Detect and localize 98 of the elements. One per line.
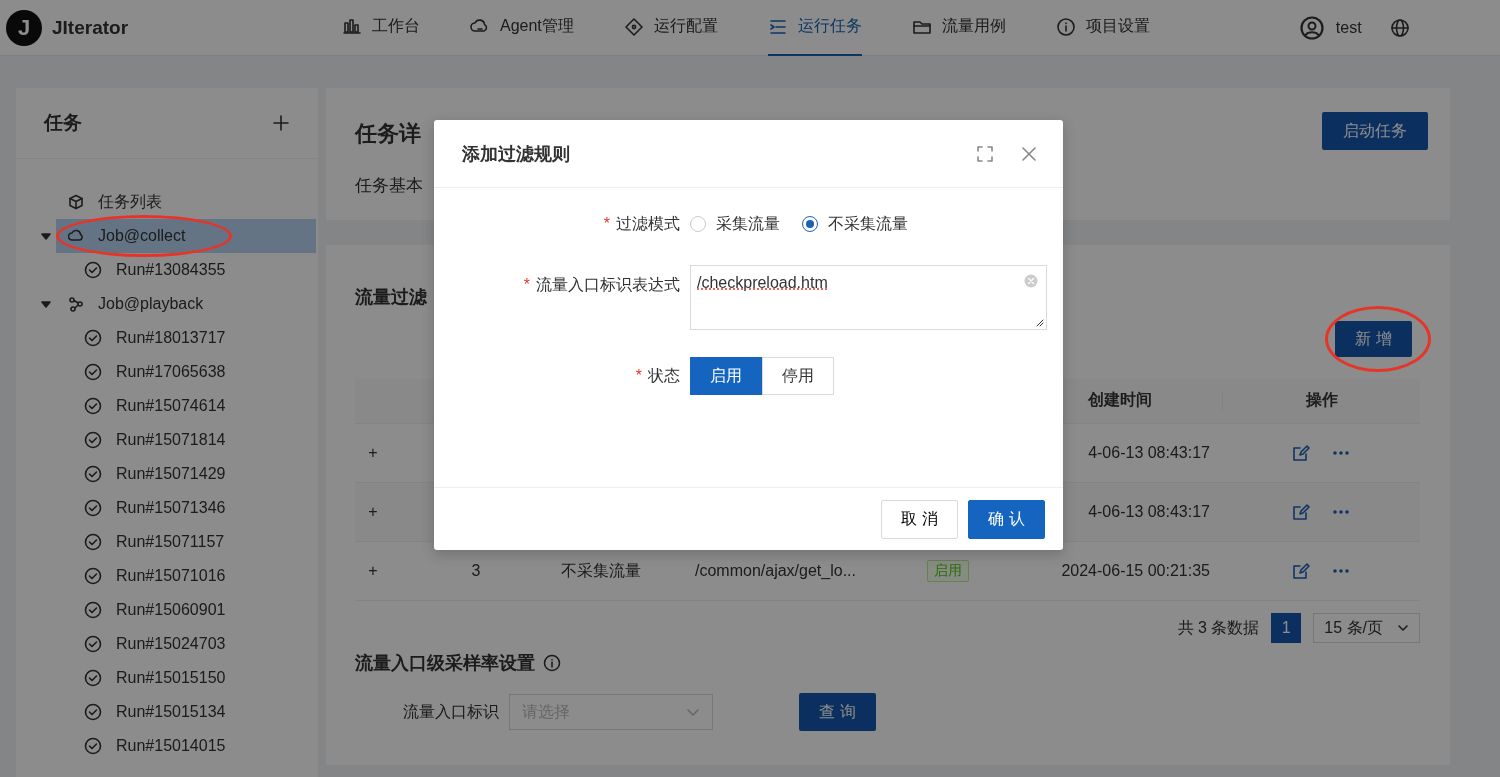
tree-item[interactable]: Run#15071429 (16, 457, 318, 491)
column-header: 创建时间 (1086, 390, 1153, 410)
expand-icon[interactable]: + (355, 444, 391, 462)
tree-item[interactable]: Run#15074614 (16, 389, 318, 423)
fullscreen-icon[interactable] (975, 143, 995, 164)
nav-tab[interactable]: 工作台 (342, 0, 420, 56)
edit-icon[interactable] (1292, 562, 1310, 580)
globe-icon[interactable] (1389, 17, 1410, 38)
tree-item[interactable]: Run#15071346 (16, 491, 318, 525)
tree-item[interactable]: Run#15071157 (16, 525, 318, 559)
cloud-icon (68, 228, 84, 244)
check-circle-icon (84, 261, 102, 279)
table-cell-text: /common/ajax/get_lo... (695, 562, 857, 580)
user-avatar-icon (1299, 15, 1324, 40)
add-icon[interactable] (272, 114, 290, 132)
tree-item[interactable]: 任务列表 (56, 185, 316, 219)
check-circle-icon (84, 533, 102, 551)
check-circle-icon (84, 567, 102, 585)
cube-icon (68, 194, 84, 210)
table-cell-text: 2024-06-15 00:21:35 (1060, 562, 1211, 580)
nav-tab[interactable]: 运行任务 (767, 0, 862, 56)
check-circle-icon (84, 703, 102, 721)
check-circle-icon (84, 737, 102, 755)
tree-item[interactable]: Run#15060901 (16, 593, 318, 627)
query-button[interactable]: 查 询 (799, 693, 876, 731)
section-title: 流量入口级采样率设置 (355, 652, 535, 675)
tree-item[interactable]: Run#15015150 (16, 661, 318, 695)
nav-tab[interactable]: 项目设置 (1055, 0, 1150, 56)
required-mark: * (603, 215, 610, 233)
info-icon (1055, 16, 1076, 37)
table-cell-text: 4-06-13 08:43:17 (1087, 503, 1211, 521)
expand-icon[interactable]: + (355, 503, 391, 521)
edit-icon[interactable] (1292, 503, 1310, 521)
table-cell-text: 3 (470, 562, 482, 580)
status-tag: 启用 (927, 560, 969, 582)
required-mark: * (635, 367, 642, 385)
nav-tab[interactable]: Agent管理 (470, 0, 574, 56)
nav-tab[interactable]: 运行配置 (623, 0, 718, 56)
start-task-button[interactable]: 启动任务 (1322, 112, 1428, 150)
tree-item[interactable]: Run#18013717 (16, 321, 318, 355)
bar-chart-icon (342, 16, 362, 37)
section-title: 流量过滤 (355, 286, 427, 309)
tree-item[interactable]: Run#15015134 (16, 695, 318, 729)
caret-down-icon[interactable] (41, 231, 51, 241)
add-button[interactable]: 新 增 (1335, 321, 1412, 357)
tree-item[interactable]: Run#13084355 (16, 253, 318, 287)
page-size-select[interactable]: 15 条/页 (1313, 613, 1420, 643)
segment-button[interactable]: 启用 (690, 357, 762, 395)
logo: J (6, 9, 42, 46)
check-circle-icon (84, 635, 102, 653)
field-label: 流量入口标识 (403, 701, 499, 722)
table-cell-text: 不采集流量 (561, 560, 642, 581)
field-label: 状态 (648, 365, 680, 386)
segment-button[interactable]: 停用 (762, 357, 834, 395)
expand-icon[interactable]: + (355, 562, 391, 580)
diamond-icon (623, 16, 644, 37)
tree-item[interactable]: Run#15024703 (16, 627, 318, 661)
page-button[interactable]: 1 (1271, 613, 1302, 643)
check-circle-icon (84, 431, 102, 449)
tab[interactable]: 任务基本 (355, 174, 423, 197)
check-circle-icon (84, 669, 102, 687)
app-name: JIterator (52, 16, 130, 39)
edit-icon[interactable] (1292, 444, 1310, 462)
panel-title: 任务 (44, 111, 82, 135)
tree-item[interactable]: Job@playback (56, 287, 316, 321)
check-circle-icon (84, 363, 102, 381)
chevron-down-icon (1397, 622, 1409, 634)
radio-label: 采集流量 (716, 213, 780, 234)
tree-item[interactable]: Run#15014015 (16, 729, 318, 763)
check-circle-icon (84, 465, 102, 483)
nodes-icon (68, 296, 84, 312)
user-name: test (1335, 18, 1362, 37)
radio-option[interactable]: 采集流量 (690, 213, 780, 235)
check-circle-icon (84, 329, 102, 347)
expression-field[interactable]: /checkpreload.htm (690, 265, 1047, 330)
field-label: 过滤模式 (616, 213, 680, 234)
nav-tab[interactable]: 流量用例 (911, 0, 1006, 56)
resize-handle-icon[interactable] (1034, 317, 1044, 327)
column-header: 操作 (1222, 390, 1420, 412)
caret-down-icon[interactable] (41, 299, 51, 309)
confirm-button[interactable]: 确 认 (968, 500, 1045, 539)
required-mark: * (523, 276, 530, 294)
page-title: 任务详 (355, 120, 421, 148)
check-circle-icon (84, 601, 102, 619)
tree-item[interactable]: Job@collect (56, 219, 316, 253)
radio-label: 不采集流量 (828, 213, 908, 234)
total-count: 共 3 条数据 (1177, 617, 1260, 638)
field-label: 流量入口标识表达式 (536, 274, 680, 295)
check-circle-icon (84, 499, 102, 517)
radio-option[interactable]: 不采集流量 (802, 213, 908, 235)
tree-item[interactable]: Run#17065638 (16, 355, 318, 389)
info-icon (543, 654, 561, 672)
tree-item[interactable]: Run#15071016 (16, 559, 318, 593)
check-circle-icon (84, 397, 102, 415)
table-cell-text: 4-06-13 08:43:17 (1087, 444, 1211, 462)
tree-item[interactable]: Run#15071814 (16, 423, 318, 457)
cancel-button[interactable]: 取 消 (881, 500, 958, 539)
dialog-title: 添加过滤规则 (462, 142, 571, 166)
